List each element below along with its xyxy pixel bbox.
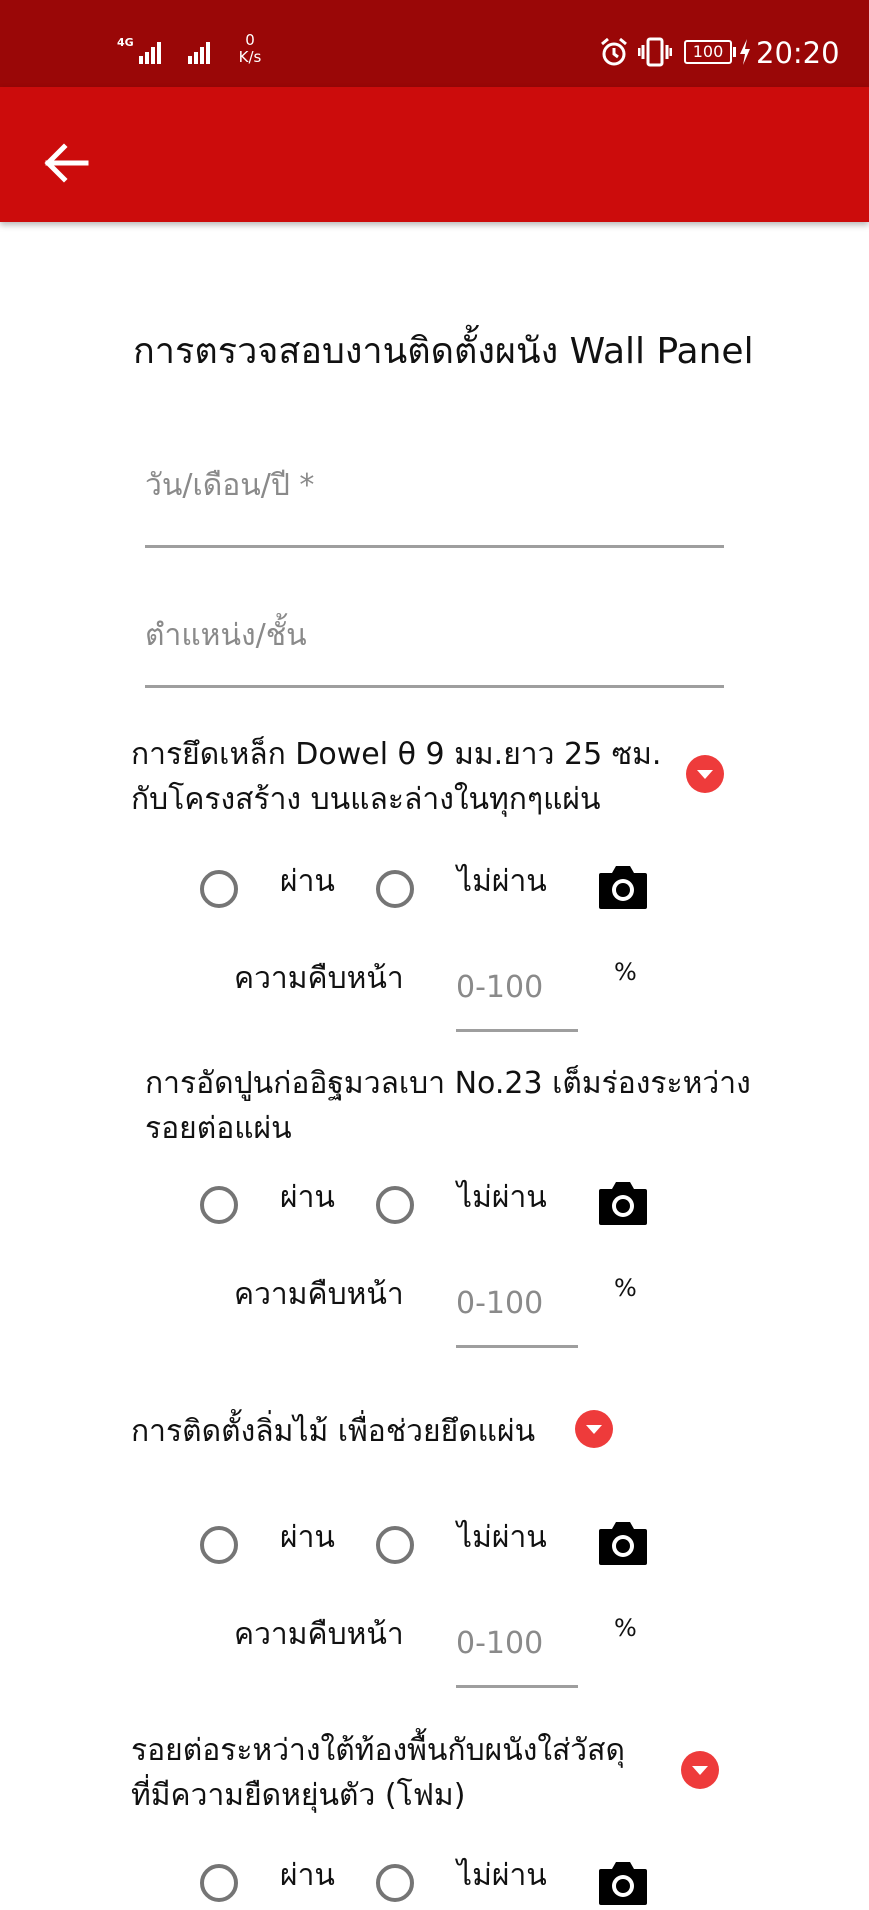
progress-input-2[interactable]: 0-100 <box>456 1284 578 1348</box>
question-2-line2: รอยต่อแผ่น <box>145 1111 292 1146</box>
radio-pass-1[interactable] <box>200 870 238 908</box>
radio-fail-4[interactable] <box>376 1864 414 1902</box>
position-underline <box>145 685 724 688</box>
question-4-line1: รอยต่อระหว่างใต้ท้องพื้นกับผนังใส่วัสดุ <box>131 1733 625 1768</box>
radio-fail-2[interactable] <box>376 1186 414 1224</box>
pass-label-4: ผ่าน <box>280 1858 335 1893</box>
progress-placeholder-1: 0-100 <box>456 970 544 1005</box>
question-1-line2: กับโครงสร้าง บนและล่างในทุกๆแผ่น <box>131 782 601 817</box>
battery-level: 100 <box>692 42 724 61</box>
camera-icon[interactable] <box>597 1180 649 1226</box>
arrow-back-icon <box>44 143 89 183</box>
pass-label-1: ผ่าน <box>280 864 335 899</box>
percent-label-3: % <box>614 1614 637 1642</box>
progress-underline-2 <box>456 1345 578 1348</box>
speed-unit: K/s <box>238 48 262 66</box>
progress-placeholder-3: 0-100 <box>456 1626 544 1661</box>
fail-label-1: ไม่ผ่าน <box>457 864 547 899</box>
question-1-line1: การยึดเหล็ก Dowel θ 9 มม.ยาว 25 ซม. <box>131 737 662 772</box>
date-underline <box>145 545 724 548</box>
page-title: การตรวจสอบงานติดตั้งผนัง Wall Panel <box>133 331 754 372</box>
signal-icon <box>186 36 220 70</box>
network-speed: 0 K/s <box>232 32 268 66</box>
position-placeholder: ตำแหน่ง/ชั้น <box>145 618 307 653</box>
charging-icon <box>738 38 752 70</box>
pass-label-3: ผ่าน <box>280 1520 335 1555</box>
progress-label-2: ความคืบหน้า <box>234 1277 404 1312</box>
dropdown-icon[interactable] <box>575 1410 613 1448</box>
pass-label-2: ผ่าน <box>280 1180 335 1215</box>
progress-input-1[interactable]: 0-100 <box>456 968 578 1032</box>
fail-label-4: ไม่ผ่าน <box>457 1858 547 1893</box>
question-2: การอัดปูนก่ออิฐมวลเบา No.23 เต็มร่องระหว… <box>145 1061 751 1151</box>
app-bar <box>0 87 869 222</box>
speed-value: 0 <box>245 31 255 49</box>
progress-label-1: ความคืบหน้า <box>234 961 404 996</box>
dropdown-icon[interactable] <box>686 755 724 793</box>
radio-pass-4[interactable] <box>200 1864 238 1902</box>
camera-icon[interactable] <box>597 864 649 910</box>
radio-fail-1[interactable] <box>376 870 414 908</box>
progress-label-3: ความคืบหน้า <box>234 1617 404 1652</box>
progress-underline-3 <box>456 1685 578 1688</box>
radio-fail-3[interactable] <box>376 1526 414 1564</box>
question-3-line1: การติดตั้งลิ่มไม้ เพื่อช่วยยึดแผ่น <box>131 1414 536 1449</box>
radio-pass-2[interactable] <box>200 1186 238 1224</box>
question-4-line2: ที่มีความยืดหยุ่นตัว (โฟม) <box>131 1778 466 1813</box>
camera-icon[interactable] <box>597 1520 649 1566</box>
radio-pass-3[interactable] <box>200 1526 238 1564</box>
back-button[interactable] <box>36 131 100 195</box>
battery-icon: 100 <box>684 40 732 64</box>
question-3: การติดตั้งลิ่มไม้ เพื่อช่วยยึดแผ่น <box>131 1409 535 1454</box>
status-bar: 4G 0 K/s 100 20:20 <box>0 0 869 87</box>
progress-placeholder-2: 0-100 <box>456 1286 544 1321</box>
date-placeholder: วัน/เดือน/ปี * <box>145 468 315 503</box>
percent-label-1: % <box>614 958 637 986</box>
dropdown-icon[interactable] <box>681 1751 719 1789</box>
battery-tip <box>733 47 736 57</box>
vibrate-icon <box>637 36 673 72</box>
progress-underline-1 <box>456 1029 578 1032</box>
percent-label-2: % <box>614 1274 637 1302</box>
camera-icon[interactable] <box>597 1860 649 1906</box>
clock: 20:20 <box>756 36 840 70</box>
question-2-line1: การอัดปูนก่ออิฐมวลเบา No.23 เต็มร่องระหว… <box>145 1066 751 1101</box>
question-1: การยึดเหล็ก Dowel θ 9 มม.ยาว 25 ซม. กับโ… <box>131 732 661 822</box>
alarm-icon <box>598 36 630 72</box>
date-field[interactable]: วัน/เดือน/ปี * <box>145 462 724 548</box>
progress-input-3[interactable]: 0-100 <box>456 1624 578 1688</box>
fail-label-2: ไม่ผ่าน <box>457 1180 547 1215</box>
fail-label-3: ไม่ผ่าน <box>457 1520 547 1555</box>
question-4: รอยต่อระหว่างใต้ท้องพื้นกับผนังใส่วัสดุ … <box>131 1728 625 1818</box>
position-field[interactable]: ตำแหน่ง/ชั้น <box>145 612 724 688</box>
